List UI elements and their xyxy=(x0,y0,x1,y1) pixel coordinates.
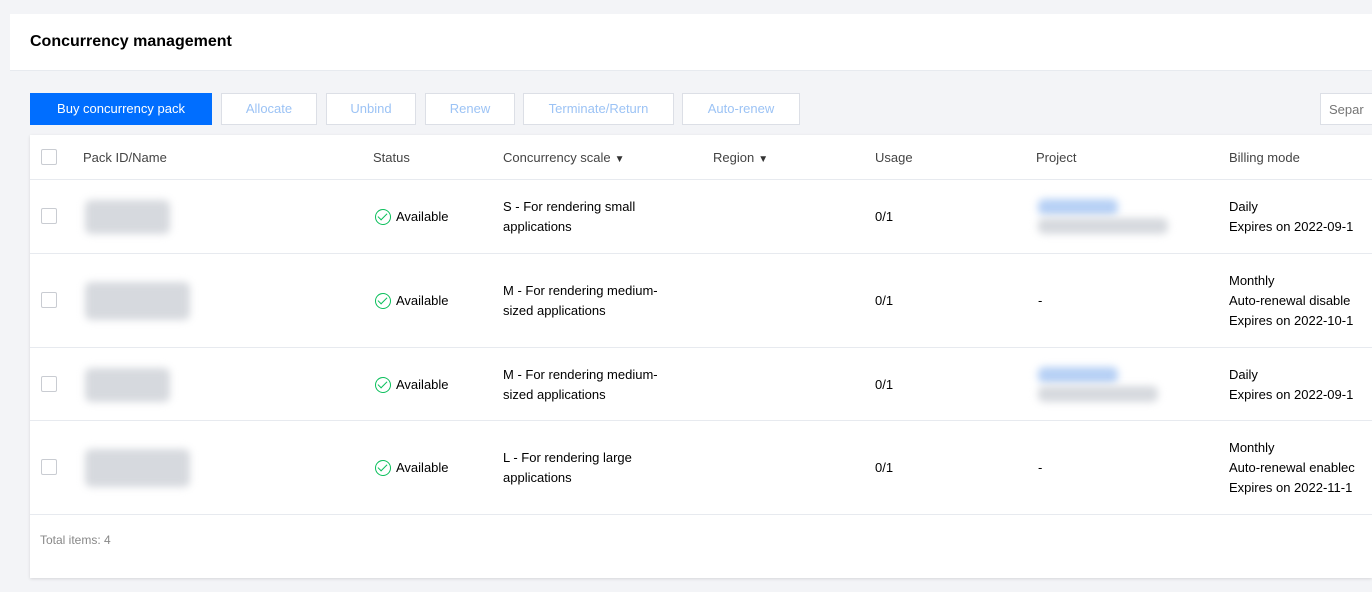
status-text: Available xyxy=(396,377,449,392)
filter-icon[interactable]: ▼ xyxy=(758,154,768,165)
scale-line-2: sized applications xyxy=(503,303,606,318)
status-badge: Available xyxy=(375,458,449,478)
row-checkbox[interactable] xyxy=(41,292,57,308)
billing-line-2: Auto-renewal enablec xyxy=(1229,460,1355,475)
project-value: - xyxy=(1038,293,1043,308)
table-row: Available M - For rendering medium- size… xyxy=(30,348,1372,421)
check-circle-icon xyxy=(375,377,391,393)
pack-id-redacted xyxy=(85,368,170,402)
page-title: Concurrency management xyxy=(30,33,232,50)
unbind-button[interactable]: Unbind xyxy=(326,93,416,125)
auto-renew-button[interactable]: Auto-renew xyxy=(682,93,800,125)
usage-value: 0/1 xyxy=(875,460,894,475)
status-badge: Available xyxy=(375,291,449,311)
column-status: Status xyxy=(373,150,410,165)
table-row: Available S - For rendering small applic… xyxy=(30,180,1372,254)
status-text: Available xyxy=(396,293,449,308)
pack-id-redacted xyxy=(85,449,190,487)
table-row: Available M - For rendering medium- size… xyxy=(30,254,1372,348)
table-row: Available L - For rendering large applic… xyxy=(30,421,1372,515)
billing-line-3: Expires on 2022-11-1 xyxy=(1229,480,1353,495)
column-usage: Usage xyxy=(875,150,913,165)
column-billing-mode: Billing mode xyxy=(1229,150,1300,165)
scale-line-1: S - For rendering small xyxy=(503,199,636,214)
billing-line-1: Monthly xyxy=(1229,273,1275,288)
billing-line-2: Auto-renewal disable xyxy=(1229,293,1351,308)
buy-concurrency-pack-button[interactable]: Buy concurrency pack xyxy=(30,93,212,125)
project-value: - xyxy=(1038,460,1043,475)
check-circle-icon xyxy=(375,209,391,225)
concurrency-panel: Concurrency management Buy concurrency p… xyxy=(10,14,1372,592)
usage-value: 0/1 xyxy=(875,209,894,224)
status-text: Available xyxy=(396,460,449,475)
search-input[interactable] xyxy=(1321,94,1372,124)
table-header: Pack ID/Name Status Concurrency scale ▼ R… xyxy=(30,135,1372,180)
pack-id-redacted xyxy=(85,282,190,320)
column-concurrency-scale-label: Concurrency scale xyxy=(503,150,611,165)
column-concurrency-scale[interactable]: Concurrency scale ▼ xyxy=(503,150,625,165)
project-link-redacted[interactable] xyxy=(1038,199,1118,215)
column-region-label: Region xyxy=(713,150,755,165)
billing-line-2: Expires on 2022-09-1 xyxy=(1229,219,1354,234)
toolbar: Buy concurrency pack Allocate Unbind Ren… xyxy=(30,93,1372,125)
packs-table: Pack ID/Name Status Concurrency scale ▼ R… xyxy=(30,135,1372,578)
billing-line-3: Expires on 2022-10-1 xyxy=(1229,313,1354,328)
project-name-redacted xyxy=(1038,218,1168,234)
total-items: Total items: 4 xyxy=(40,533,111,547)
filter-icon[interactable]: ▼ xyxy=(615,154,625,165)
scale-line-1: L - For rendering large xyxy=(503,450,632,465)
check-circle-icon xyxy=(375,460,391,476)
page-header: Concurrency management xyxy=(10,14,1372,71)
usage-value: 0/1 xyxy=(875,377,894,392)
column-pack-id: Pack ID/Name xyxy=(83,150,167,165)
billing-line-2: Expires on 2022-09-1 xyxy=(1229,387,1354,402)
select-all-checkbox[interactable] xyxy=(41,149,57,165)
project-link-redacted[interactable] xyxy=(1038,367,1118,383)
check-circle-icon xyxy=(375,293,391,309)
allocate-button[interactable]: Allocate xyxy=(221,93,317,125)
search-box xyxy=(1320,93,1372,125)
pack-id-redacted xyxy=(85,200,170,234)
row-checkbox[interactable] xyxy=(41,376,57,392)
scale-line-1: M - For rendering medium- xyxy=(503,367,658,382)
column-project: Project xyxy=(1036,150,1077,165)
usage-value: 0/1 xyxy=(875,293,894,308)
status-text: Available xyxy=(396,209,449,224)
row-checkbox[interactable] xyxy=(41,208,57,224)
status-badge: Available xyxy=(375,375,449,395)
row-checkbox[interactable] xyxy=(41,459,57,475)
project-name-redacted xyxy=(1038,386,1158,402)
status-badge: Available xyxy=(375,207,449,227)
billing-line-1: Monthly xyxy=(1229,440,1275,455)
renew-button[interactable]: Renew xyxy=(425,93,515,125)
scale-line-2: applications xyxy=(503,470,572,485)
scale-line-2: sized applications xyxy=(503,387,606,402)
billing-line-1: Daily xyxy=(1229,199,1258,214)
scale-line-1: M - For rendering medium- xyxy=(503,283,658,298)
scale-line-2: applications xyxy=(503,219,572,234)
billing-line-1: Daily xyxy=(1229,367,1258,382)
column-region[interactable]: Region ▼ xyxy=(713,150,768,165)
terminate-return-button[interactable]: Terminate/Return xyxy=(523,93,674,125)
